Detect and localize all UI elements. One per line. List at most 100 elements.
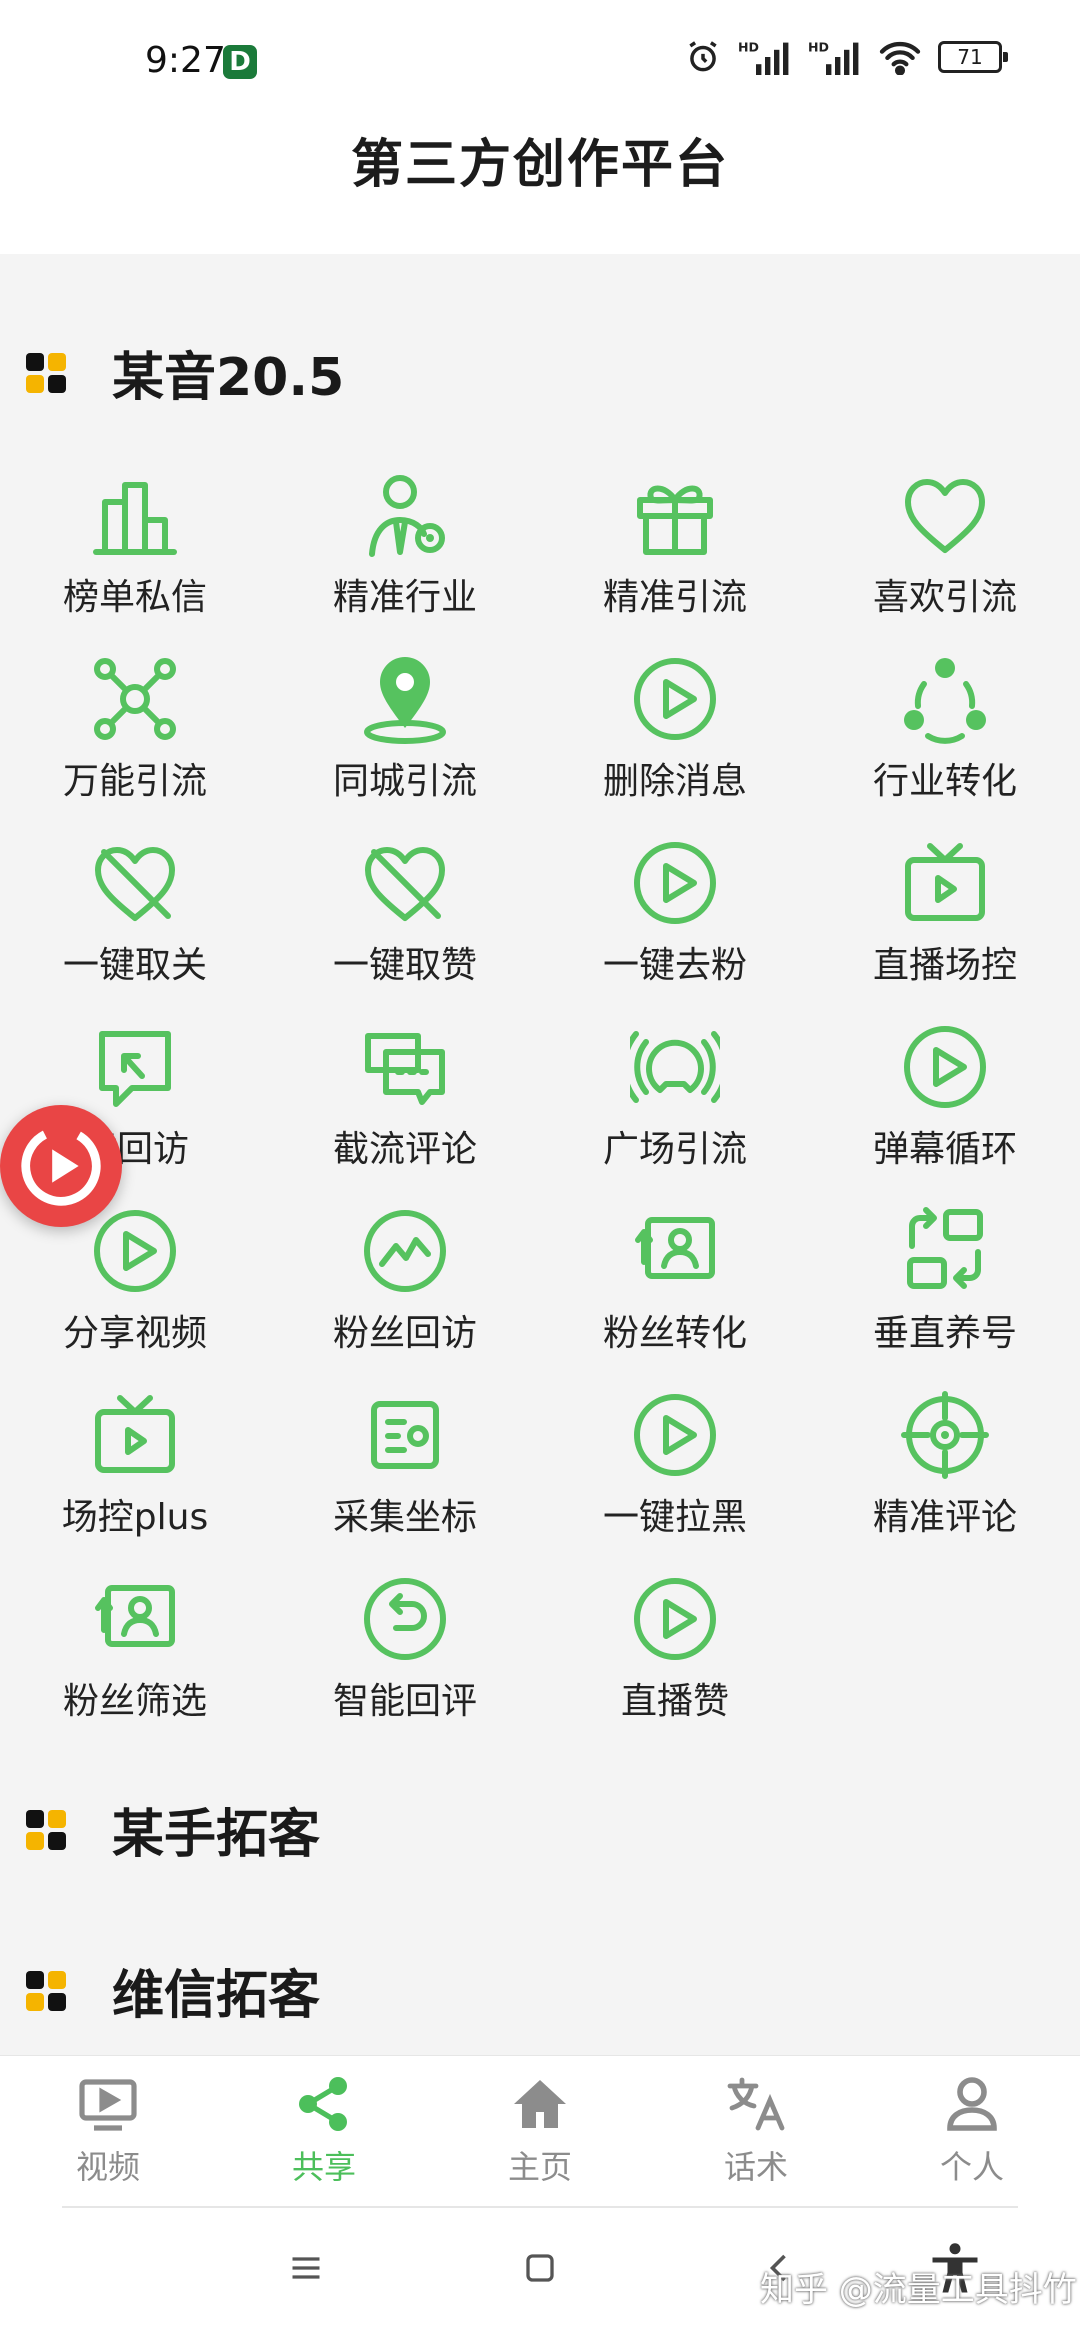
play-circle-icon (904, 1026, 986, 1108)
home-square-icon[interactable] (522, 2250, 558, 2286)
feature-label: 一键拉黑 (602, 1497, 747, 1538)
feature-label: 分享视频 (62, 1313, 207, 1354)
feature-label: 一键取关 (62, 945, 207, 986)
home-icon (514, 2080, 566, 2128)
feature-item[interactable]: 精准引流 (540, 440, 810, 624)
page-title: 第三方创作平台 (350, 135, 729, 195)
signal-hd-icon: HD (738, 40, 789, 75)
watermark: 知乎 @流量工具抖竹 (760, 2270, 1077, 2310)
feature-item[interactable]: 粉丝转化 (540, 1176, 810, 1360)
nav-label: 主页 (507, 2148, 572, 2186)
hub-icon (94, 658, 176, 740)
nav-label: 共享 (291, 2148, 356, 2186)
section-header-douyin[interactable]: 某音20.5 (26, 335, 344, 410)
feature-label: 场控plus (61, 1497, 209, 1538)
feature-item[interactable]: 精准评论 (810, 1360, 1080, 1544)
section-title: 维信拓客 (112, 1966, 321, 2026)
nav-divider (62, 2206, 1018, 2208)
play-circle-icon (94, 1210, 176, 1292)
feature-item[interactable]: 垂直养号 (810, 1176, 1080, 1360)
svg-text:HD: HD (738, 40, 759, 55)
page-header: 第三方创作平台 (0, 90, 1080, 254)
chat-return-icon (99, 1031, 171, 1107)
feature-item[interactable]: 一键取关 (0, 808, 270, 992)
person-icon (947, 2077, 997, 2131)
feature-item[interactable]: 万能引流 (0, 624, 270, 808)
nav-label: 个人 (939, 2148, 1004, 2186)
alarm-icon (689, 41, 717, 72)
share-icon (299, 2077, 347, 2131)
battery-icon: 71 (938, 41, 1008, 73)
feature-item[interactable]: 弹幕循环 (810, 992, 1080, 1176)
undo-circle-icon (364, 1578, 446, 1660)
feature-label: 粉丝筛选 (62, 1681, 207, 1722)
feature-item[interactable]: 采集坐标 (270, 1360, 540, 1544)
feature-label: 榜单私信 (62, 577, 207, 618)
feature-label: 精准行业 (332, 577, 477, 618)
feature-label: 弹幕循环 (872, 1129, 1017, 1170)
play-circle-icon (634, 658, 716, 740)
section-title: 某手拓客 (112, 1805, 321, 1865)
app-badge-icon: D (223, 45, 257, 79)
feature-item[interactable]: 智能回评 (270, 1544, 540, 1728)
feature-label: 同城引流 (332, 761, 477, 802)
heart-icon (905, 479, 985, 553)
nav-item-video[interactable]: 视频 (0, 2072, 216, 2188)
section-header-kuaishou[interactable]: 某手拓客 (26, 1792, 320, 1867)
feature-label: 一键取赞 (332, 945, 477, 986)
status-icons: HD HD 71 (684, 38, 1008, 76)
feature-label: 直播场控 (872, 945, 1017, 986)
nav-item-share[interactable]: 共享 (216, 2072, 432, 2188)
gift-icon (637, 485, 713, 555)
broadcast-icon (630, 1031, 720, 1103)
section-header-weixin[interactable]: 维信拓客 (26, 1953, 320, 2028)
heart-off-icon (365, 847, 445, 921)
floating-play-icon (21, 1126, 101, 1206)
wifi-icon (879, 41, 921, 75)
feature-label: 一键去粉 (602, 945, 747, 986)
floating-play-button[interactable] (0, 1105, 122, 1227)
svg-text:HD: HD (808, 40, 829, 55)
heart-off-icon (95, 847, 175, 921)
nav-item-home[interactable]: 主页 (432, 2072, 648, 2188)
feature-label: 喜欢引流 (872, 577, 1017, 618)
crosshair-icon (901, 1391, 989, 1479)
feature-label: 截流评论 (332, 1129, 477, 1170)
feature-item[interactable]: 截流评论 (270, 992, 540, 1176)
feature-item[interactable]: 直播赞 (540, 1544, 810, 1728)
feature-item[interactable]: 粉丝筛选 (0, 1544, 270, 1728)
chat-bubbles-icon (365, 1033, 445, 1105)
feature-label: 垂直养号 (872, 1313, 1017, 1354)
feature-label: 采集坐标 (332, 1497, 477, 1538)
feature-item[interactable]: 一键去粉 (540, 808, 810, 992)
feature-label: 广场引流 (602, 1129, 747, 1170)
trend-circle-icon (364, 1210, 446, 1292)
feature-item[interactable]: 精准行业 (270, 440, 540, 624)
feature-item[interactable]: 直播场控 (810, 808, 1080, 992)
feature-item[interactable]: 广场引流 (540, 992, 810, 1176)
menu-icon[interactable] (288, 2250, 324, 2286)
section-title: 某音20.5 (112, 348, 345, 408)
section-squares-icon (26, 352, 66, 393)
section-squares-icon (26, 1809, 66, 1850)
video-icon (79, 2079, 137, 2131)
nav-item-script[interactable]: 话术 (648, 2072, 864, 2188)
feature-item[interactable]: 同城引流 (270, 624, 540, 808)
tv-icon (905, 843, 985, 921)
tv-icon (95, 1395, 175, 1473)
feature-grid: 榜单私信 精准行业 精准引流 喜欢引流万能引流 同城引流 删除消息 行业转化一键取关 一键取赞… (0, 440, 1080, 1728)
nav-item-profile[interactable]: 个人 (864, 2072, 1080, 2188)
nav-label: 话术 (723, 2148, 788, 2186)
feature-item[interactable]: 一键拉黑 (540, 1360, 810, 1544)
feature-label: 万能引流 (62, 761, 207, 802)
feature-item[interactable]: 榜单私信 (0, 440, 270, 624)
feature-item[interactable]: 粉丝回访 (270, 1176, 540, 1360)
feature-item[interactable]: 删除消息 (540, 624, 810, 808)
feature-item[interactable]: 行业转化 (810, 624, 1080, 808)
nav-label: 视频 (75, 2148, 140, 2186)
feature-item[interactable]: 场控plus (0, 1360, 270, 1544)
feature-item[interactable]: 一键取赞 (270, 808, 540, 992)
feature-label: 删除消息 (602, 761, 747, 802)
feature-item[interactable]: 喜欢引流 (810, 440, 1080, 624)
feature-label: 行业转化 (872, 761, 1017, 802)
